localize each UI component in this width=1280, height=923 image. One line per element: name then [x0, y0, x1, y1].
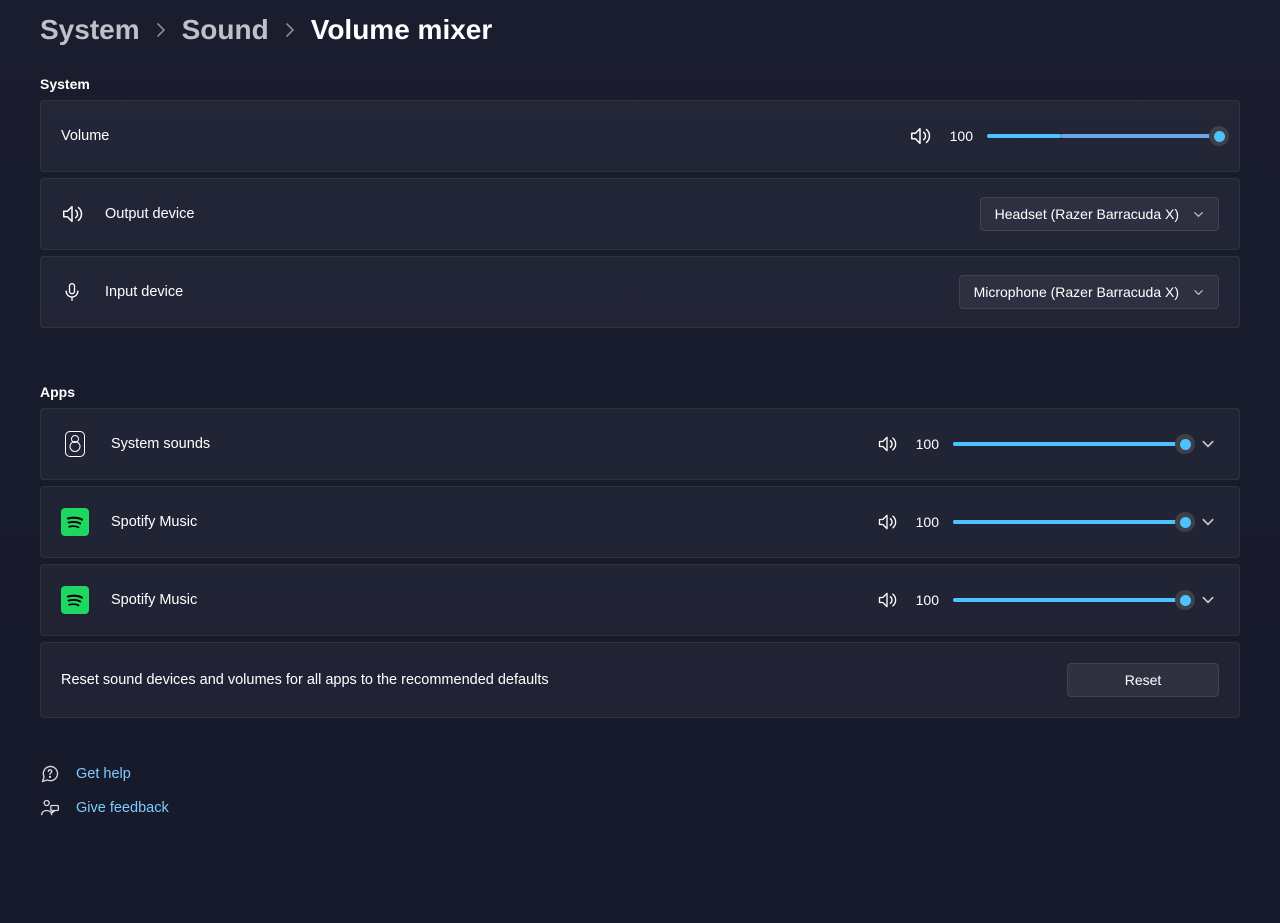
app-volume-value: 100 [911, 514, 939, 530]
input-device-dropdown[interactable]: Microphone (Razer Barracuda X) [959, 275, 1219, 309]
app-volume-card: System sounds 100 [40, 408, 1240, 480]
output-device-label: Output device [105, 206, 194, 222]
spotify-icon [61, 508, 89, 536]
app-volume-value: 100 [911, 592, 939, 608]
chevron-right-icon [285, 22, 295, 38]
app-label: Spotify Music [111, 592, 197, 608]
app-volume-card: Spotify Music 100 [40, 564, 1240, 636]
chevron-down-icon [1193, 287, 1204, 298]
chevron-down-icon[interactable] [1201, 515, 1219, 529]
app-volume-slider[interactable] [953, 435, 1185, 453]
app-label: System sounds [111, 436, 210, 452]
speaker-icon[interactable] [877, 512, 897, 532]
system-sounds-icon [65, 431, 85, 457]
spotify-icon [61, 586, 89, 614]
footer-links: Get help Give feedback [40, 764, 1240, 818]
section-title-system: System [40, 76, 1240, 92]
get-help-label: Get help [76, 766, 131, 782]
feedback-icon [40, 798, 60, 818]
reset-button[interactable]: Reset [1067, 663, 1219, 697]
reset-description: Reset sound devices and volumes for all … [61, 672, 549, 688]
volume-slider[interactable] [987, 127, 1219, 145]
chevron-down-icon[interactable] [1201, 437, 1219, 451]
app-volume-value: 100 [911, 436, 939, 452]
output-device-card: Output device Headset (Razer Barracuda X… [40, 178, 1240, 250]
output-device-selected: Headset (Razer Barracuda X) [995, 206, 1179, 222]
speaker-icon[interactable] [909, 125, 931, 147]
breadcrumb-system[interactable]: System [40, 14, 140, 46]
microphone-icon [61, 281, 83, 303]
system-volume-card: Volume 100 [40, 100, 1240, 172]
give-feedback-link[interactable]: Give feedback [40, 798, 1240, 818]
speaker-icon[interactable] [877, 434, 897, 454]
get-help-link[interactable]: Get help [40, 764, 1240, 784]
app-volume-slider[interactable] [953, 513, 1185, 531]
breadcrumb: System Sound Volume mixer [40, 14, 1240, 46]
app-volume-slider[interactable] [953, 591, 1185, 609]
chevron-down-icon[interactable] [1201, 593, 1219, 607]
section-title-apps: Apps [40, 384, 1240, 400]
output-device-dropdown[interactable]: Headset (Razer Barracuda X) [980, 197, 1219, 231]
help-icon [40, 764, 60, 784]
input-device-selected: Microphone (Razer Barracuda X) [974, 284, 1179, 300]
input-device-label: Input device [105, 284, 183, 300]
reset-card: Reset sound devices and volumes for all … [40, 642, 1240, 718]
chevron-right-icon [156, 22, 166, 38]
page-title: Volume mixer [311, 14, 493, 46]
volume-value: 100 [945, 128, 973, 144]
input-device-card: Input device Microphone (Razer Barracuda… [40, 256, 1240, 328]
app-volume-card: Spotify Music 100 [40, 486, 1240, 558]
volume-label: Volume [61, 128, 109, 144]
breadcrumb-sound[interactable]: Sound [182, 14, 269, 46]
give-feedback-label: Give feedback [76, 800, 169, 816]
speaker-icon [61, 203, 83, 225]
speaker-icon[interactable] [877, 590, 897, 610]
app-label: Spotify Music [111, 514, 197, 530]
chevron-down-icon [1193, 209, 1204, 220]
